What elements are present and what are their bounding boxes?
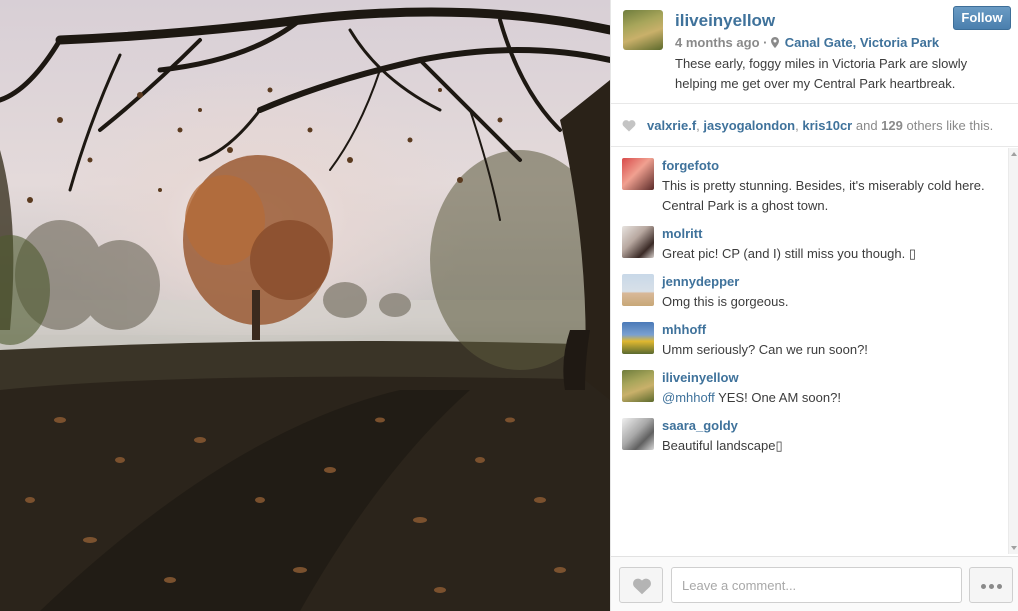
- heart-icon: [633, 578, 651, 595]
- comment-text: Great pic! CP (and I) still miss you tho…: [662, 246, 917, 261]
- commenter-username[interactable]: iliveinyellow: [662, 370, 739, 385]
- post-location[interactable]: Canal Gate, Victoria Park: [785, 35, 939, 50]
- comments-list: forgefoto This is pretty stunning. Besid…: [611, 148, 1009, 554]
- commenter-avatar[interactable]: [622, 322, 654, 354]
- post-meta: 4 months ago · Canal Gate, Victoria Park: [675, 35, 939, 50]
- like-button[interactable]: [619, 567, 663, 603]
- post-header: iliveinyellow 4 months ago · Canal Gate,…: [611, 0, 1018, 104]
- commenter-avatar[interactable]: [622, 370, 654, 402]
- liker-username[interactable]: jasyogalondon: [703, 118, 795, 133]
- commenter-username[interactable]: jennydepper: [662, 274, 739, 289]
- comment-text: Umm seriously? Can we run soon?!: [662, 342, 868, 357]
- follow-button[interactable]: Follow: [953, 6, 1011, 30]
- comment-text: Omg this is gorgeous.: [662, 294, 789, 309]
- ellipsis-icon: [981, 584, 986, 589]
- more-options-button[interactable]: [969, 567, 1013, 603]
- likes-count[interactable]: 129: [881, 118, 903, 133]
- comment-mention[interactable]: @mhhoff: [662, 390, 715, 405]
- ellipsis-icon: [997, 584, 1002, 589]
- map-pin-icon: [771, 37, 780, 48]
- post-caption: These early, foggy miles in Victoria Par…: [675, 56, 968, 91]
- author-avatar[interactable]: [623, 10, 663, 50]
- comment-text: @mhhoff YES! One AM soon?!: [662, 390, 841, 405]
- meta-separator: ·: [763, 35, 768, 50]
- likes-text: valxrie.f, jasyogalondon, kris10cr and 1…: [647, 118, 994, 133]
- post-time[interactable]: 4 months ago: [675, 35, 760, 50]
- ellipsis-icon: [989, 584, 994, 589]
- photo-scene: [0, 7, 610, 611]
- commenter-username[interactable]: molritt: [662, 226, 702, 241]
- scroll-up-arrow-icon[interactable]: [1011, 152, 1017, 156]
- post-viewer: iliveinyellow 4 months ago · Canal Gate,…: [0, 0, 1018, 611]
- post-sidebar: iliveinyellow 4 months ago · Canal Gate,…: [610, 0, 1018, 611]
- liker-username[interactable]: valxrie.f: [647, 118, 696, 133]
- comment-text: Beautiful landscape▯: [662, 438, 783, 453]
- post-photo: [0, 0, 610, 611]
- commenter-avatar[interactable]: [622, 226, 654, 258]
- commenter-avatar[interactable]: [622, 158, 654, 190]
- comment-text: This is pretty stunning. Besides, it's m…: [662, 178, 985, 213]
- commenter-avatar[interactable]: [622, 274, 654, 306]
- commenter-username[interactable]: saara_goldy: [662, 418, 738, 433]
- commenter-username[interactable]: forgefoto: [662, 158, 719, 173]
- scroll-down-arrow-icon[interactable]: [1011, 546, 1017, 550]
- comment-input[interactable]: [671, 567, 962, 603]
- heart-icon: [622, 120, 636, 132]
- comment-composer: [611, 556, 1018, 611]
- liker-username[interactable]: kris10cr: [802, 118, 852, 133]
- author-username[interactable]: iliveinyellow: [675, 11, 775, 31]
- commenter-username[interactable]: mhhoff: [662, 322, 706, 337]
- commenter-avatar[interactable]: [622, 418, 654, 450]
- likes-bar: valxrie.f, jasyogalondon, kris10cr and 1…: [611, 105, 1018, 147]
- comments-scrollbar[interactable]: [1008, 148, 1018, 554]
